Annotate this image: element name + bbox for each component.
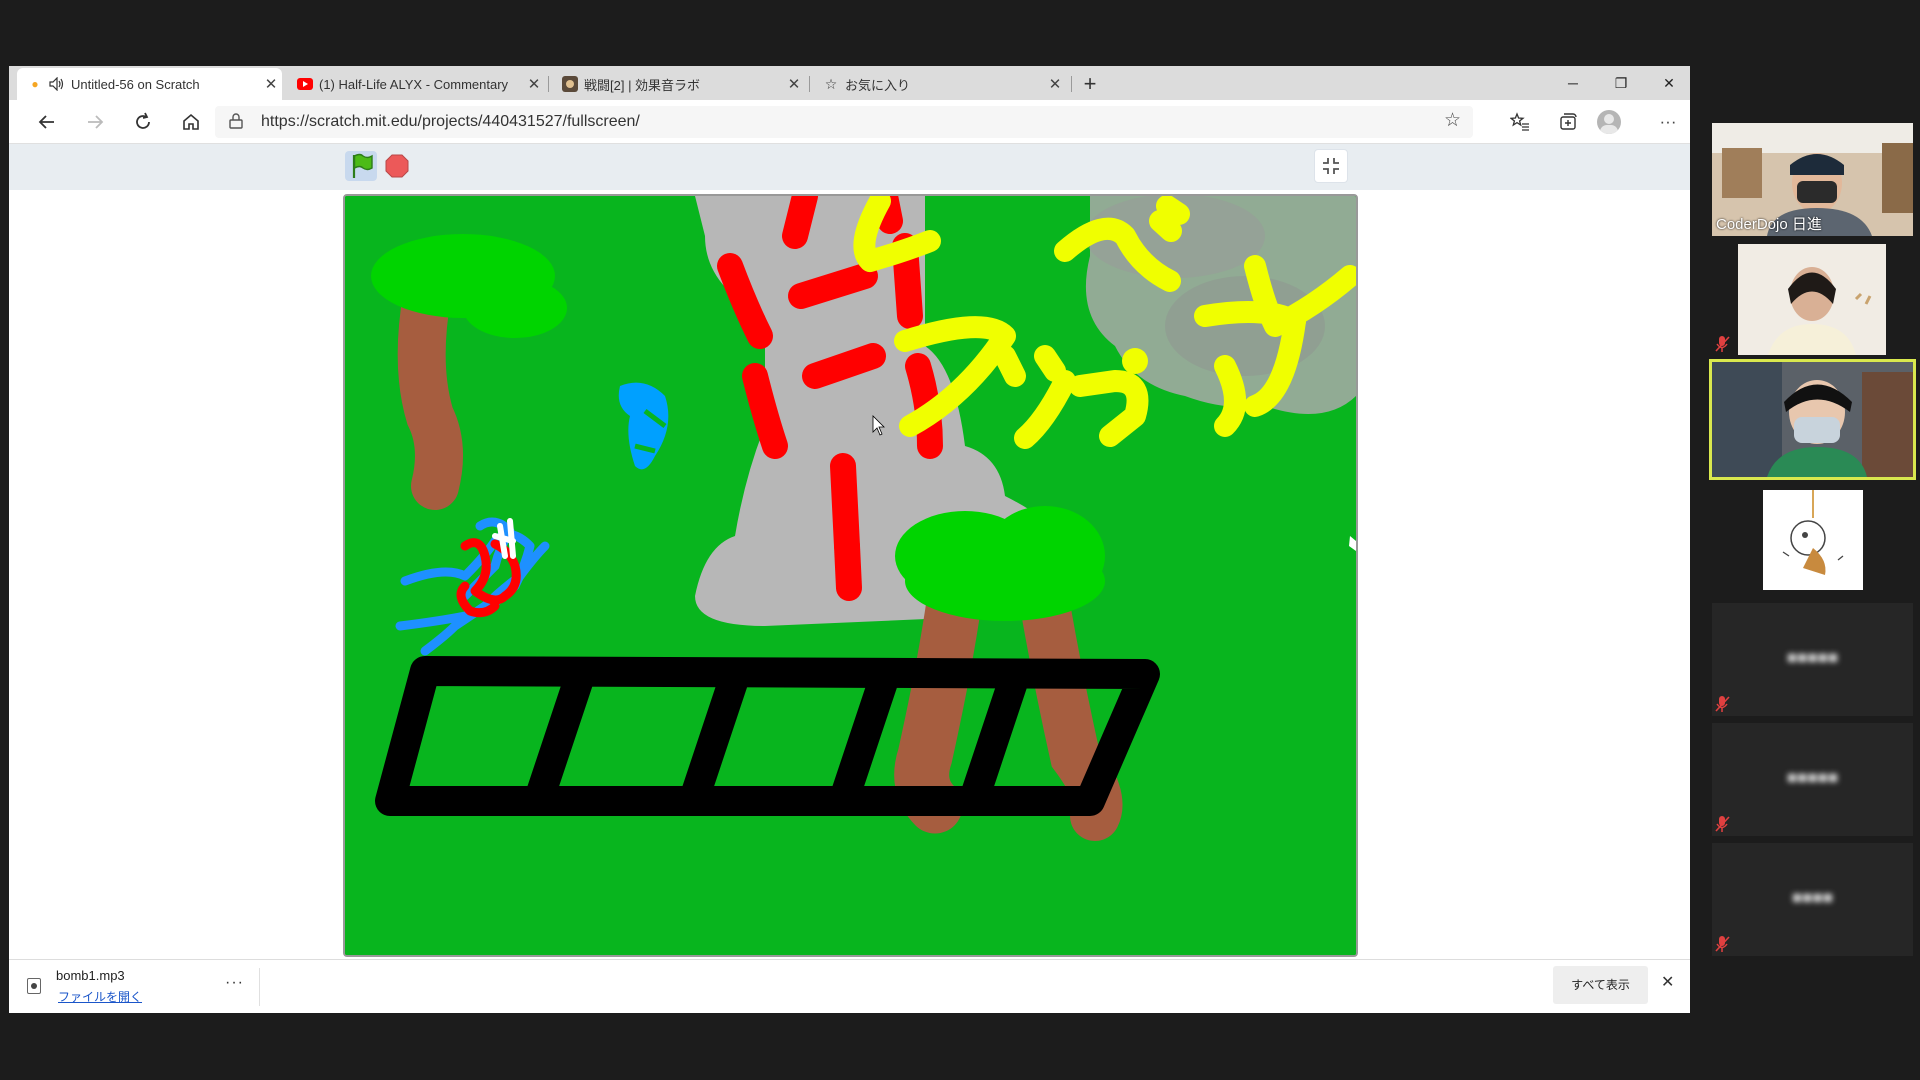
tab-divider [548,76,549,92]
favorites-button[interactable] [1505,108,1535,136]
favorites-star-icon: ☆ [824,75,838,92]
avatar-illustration [1763,490,1863,590]
audio-file-icon [27,978,41,994]
scratch-stage[interactable] [343,194,1358,957]
home-button[interactable] [175,107,207,137]
address-bar: https://scratch.mit.edu/projects/4404315… [9,100,1690,144]
new-tab-button[interactable]: + [1075,70,1105,98]
participant-tile-7[interactable]: ■■■■ [1712,843,1913,956]
show-all-downloads-button[interactable]: すべて表示 [1553,966,1648,1004]
participant-tile-6[interactable]: ■■■■■ [1712,723,1913,836]
favorites-list-icon [1509,112,1529,131]
download-more-button[interactable]: ··· [225,974,244,992]
restore-button[interactable]: ❐ [1597,66,1645,100]
reload-button[interactable] [127,107,159,137]
participant-name-blurred: ■■■■ [1791,888,1834,907]
youtube-icon [297,76,313,92]
participant-tile-1[interactable]: CoderDojo 日進 [1712,123,1913,236]
collections-icon [1560,113,1577,130]
reload-icon [136,112,150,129]
lock-icon[interactable] [229,113,243,129]
stop-sign-icon[interactable] [385,154,409,178]
participant-tile-5[interactable]: ■■■■■ [1712,603,1913,716]
profile-avatar[interactable] [1597,110,1621,134]
forward-arrow-icon [88,115,104,129]
tab-title: お気に入り [845,77,911,93]
minimize-button[interactable]: ─ [1549,66,1597,100]
back-arrow-icon [38,115,54,129]
tab-divider [1071,76,1072,92]
participant-name-blurred: ■■■■■ [1786,768,1839,787]
participant-name-blurred: ■■■■■ [1786,648,1839,667]
tab-divider [809,76,810,92]
forward-button[interactable] [79,107,111,137]
webcam-video [1712,362,1913,477]
soundlab-icon [562,76,578,92]
tab-title: (1) Half-Life ALYX - Commentary [319,76,509,92]
participant-tile-2[interactable] [1738,244,1886,355]
open-file-link[interactable]: ファイルを開く [58,988,142,1005]
green-flag-button[interactable] [345,151,377,181]
muted-mic-icon [1715,336,1730,352]
tab-close-icon[interactable]: ✕ [523,75,545,93]
tab-title: Untitled-56 on Scratch [71,76,200,92]
scratch-player-toolbar [9,144,1690,190]
muted-mic-icon [1715,816,1730,832]
tab-favorites[interactable]: ☆ お気に入り ✕ [813,68,1066,100]
tab-scratch[interactable]: ● Untitled-56 on Scratch ✕ [17,68,282,100]
tree-trunk [397,272,463,510]
stage-drawing [345,196,1356,955]
scratch-cat-icon: ● [31,77,39,91]
add-favorite-star-icon[interactable]: ☆ [1444,109,1461,132]
url-field[interactable]: https://scratch.mit.edu/projects/4404315… [215,106,1473,138]
close-window-button[interactable]: ✕ [1645,66,1690,100]
exit-fullscreen-button[interactable] [1314,149,1348,183]
participant-tile-4[interactable] [1763,490,1863,590]
speaker-icon[interactable] [49,76,65,92]
tab-close-icon[interactable]: ✕ [260,75,282,93]
shrink-icon [1323,158,1339,174]
settings-menu-button[interactable]: ··· [1653,108,1683,136]
url-text[interactable]: https://scratch.mit.edu/projects/4404315… [261,113,640,131]
tab-youtube[interactable]: (1) Half-Life ALYX - Commentary ✕ [287,68,545,100]
tab-soundlab[interactable]: 戦闘[2] | 効果音ラボ ✕ [552,68,805,100]
back-button[interactable] [31,107,63,137]
collections-button[interactable] [1553,108,1583,136]
participant-tile-3-active[interactable] [1709,359,1916,480]
download-divider [259,968,260,1006]
tab-title: 戦闘[2] | 効果音ラボ [584,77,701,93]
tab-strip: ● Untitled-56 on Scratch ✕ (1) Half-Life… [9,66,1690,100]
tab-close-icon[interactable]: ✕ [783,75,805,93]
muted-mic-icon [1715,696,1730,712]
browser-window: ● Untitled-56 on Scratch ✕ (1) Half-Life… [9,66,1690,1013]
download-bar: bomb1.mp3 ファイルを開く ··· すべて表示 ✕ [9,959,1690,1013]
green-flag-icon [352,153,373,178]
tab-close-icon[interactable]: ✕ [1044,75,1066,93]
participant-name: CoderDojo 日進 [1716,216,1822,233]
muted-mic-icon [1715,936,1730,952]
home-icon [183,113,199,130]
close-download-bar-button[interactable]: ✕ [1661,972,1674,992]
download-filename: bomb1.mp3 [56,968,125,983]
webcam-video [1738,244,1886,355]
